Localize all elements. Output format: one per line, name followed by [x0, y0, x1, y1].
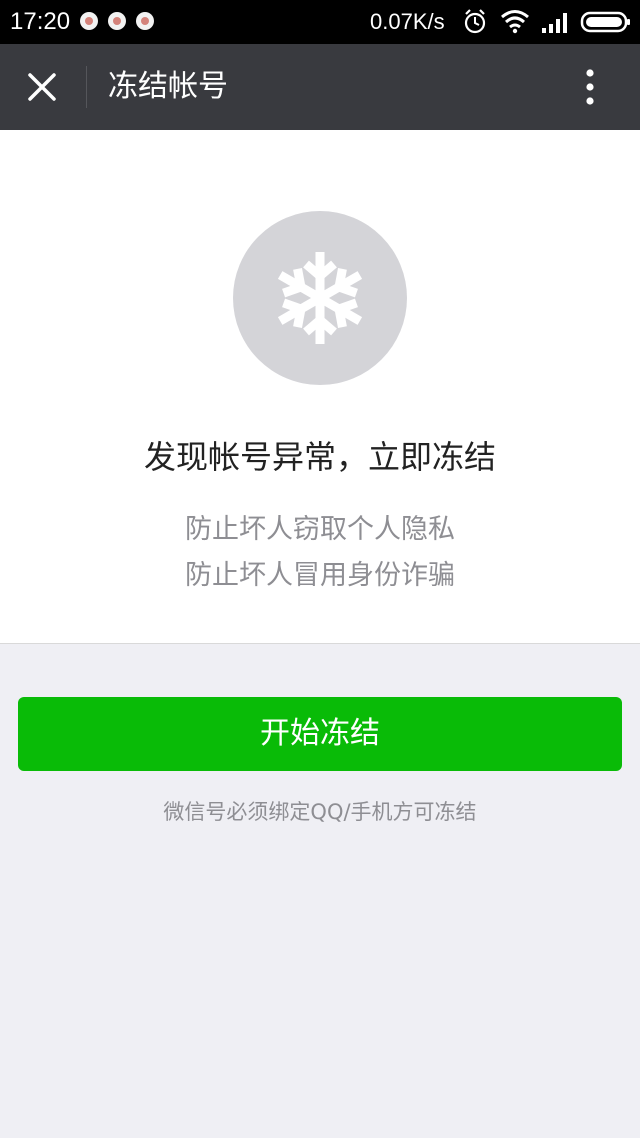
- description-line-1: 防止坏人窃取个人隐私: [185, 514, 455, 545]
- headline: 发现帐号异常，立即冻结: [143, 438, 496, 476]
- close-button[interactable]: [22, 67, 62, 107]
- status-bar: 17:20 0.07K/s: [0, 0, 640, 44]
- nav-divider: [86, 66, 87, 108]
- battery-icon: [580, 11, 630, 33]
- wifi-icon: [501, 10, 529, 34]
- page-title: 冻结帐号: [108, 69, 228, 104]
- signal-icon: [542, 13, 567, 33]
- freeze-info-card: 发现帐号异常，立即冻结 防止坏人窃取个人隐私 防止坏人冒用身份诈骗: [0, 130, 640, 644]
- close-icon: [28, 73, 56, 101]
- network-speed: 0.07K/s: [370, 9, 445, 34]
- notification-icon: [136, 12, 154, 30]
- description-line-2: 防止坏人冒用身份诈骗: [185, 560, 455, 591]
- notification-icon: [108, 12, 126, 30]
- more-vertical-icon: [586, 69, 594, 105]
- start-freeze-button[interactable]: 开始冻结: [18, 697, 622, 771]
- alarm-icon: [464, 9, 486, 34]
- snowflake-icon: [270, 252, 370, 348]
- more-button[interactable]: [570, 65, 610, 109]
- binding-hint: 微信号必须绑定QQ/手机方可冻结: [163, 800, 477, 824]
- nav-bar: 冻结帐号: [0, 44, 640, 130]
- notification-icon: [80, 12, 98, 30]
- status-time: 17:20: [10, 8, 71, 35]
- snowflake-badge: [233, 211, 407, 385]
